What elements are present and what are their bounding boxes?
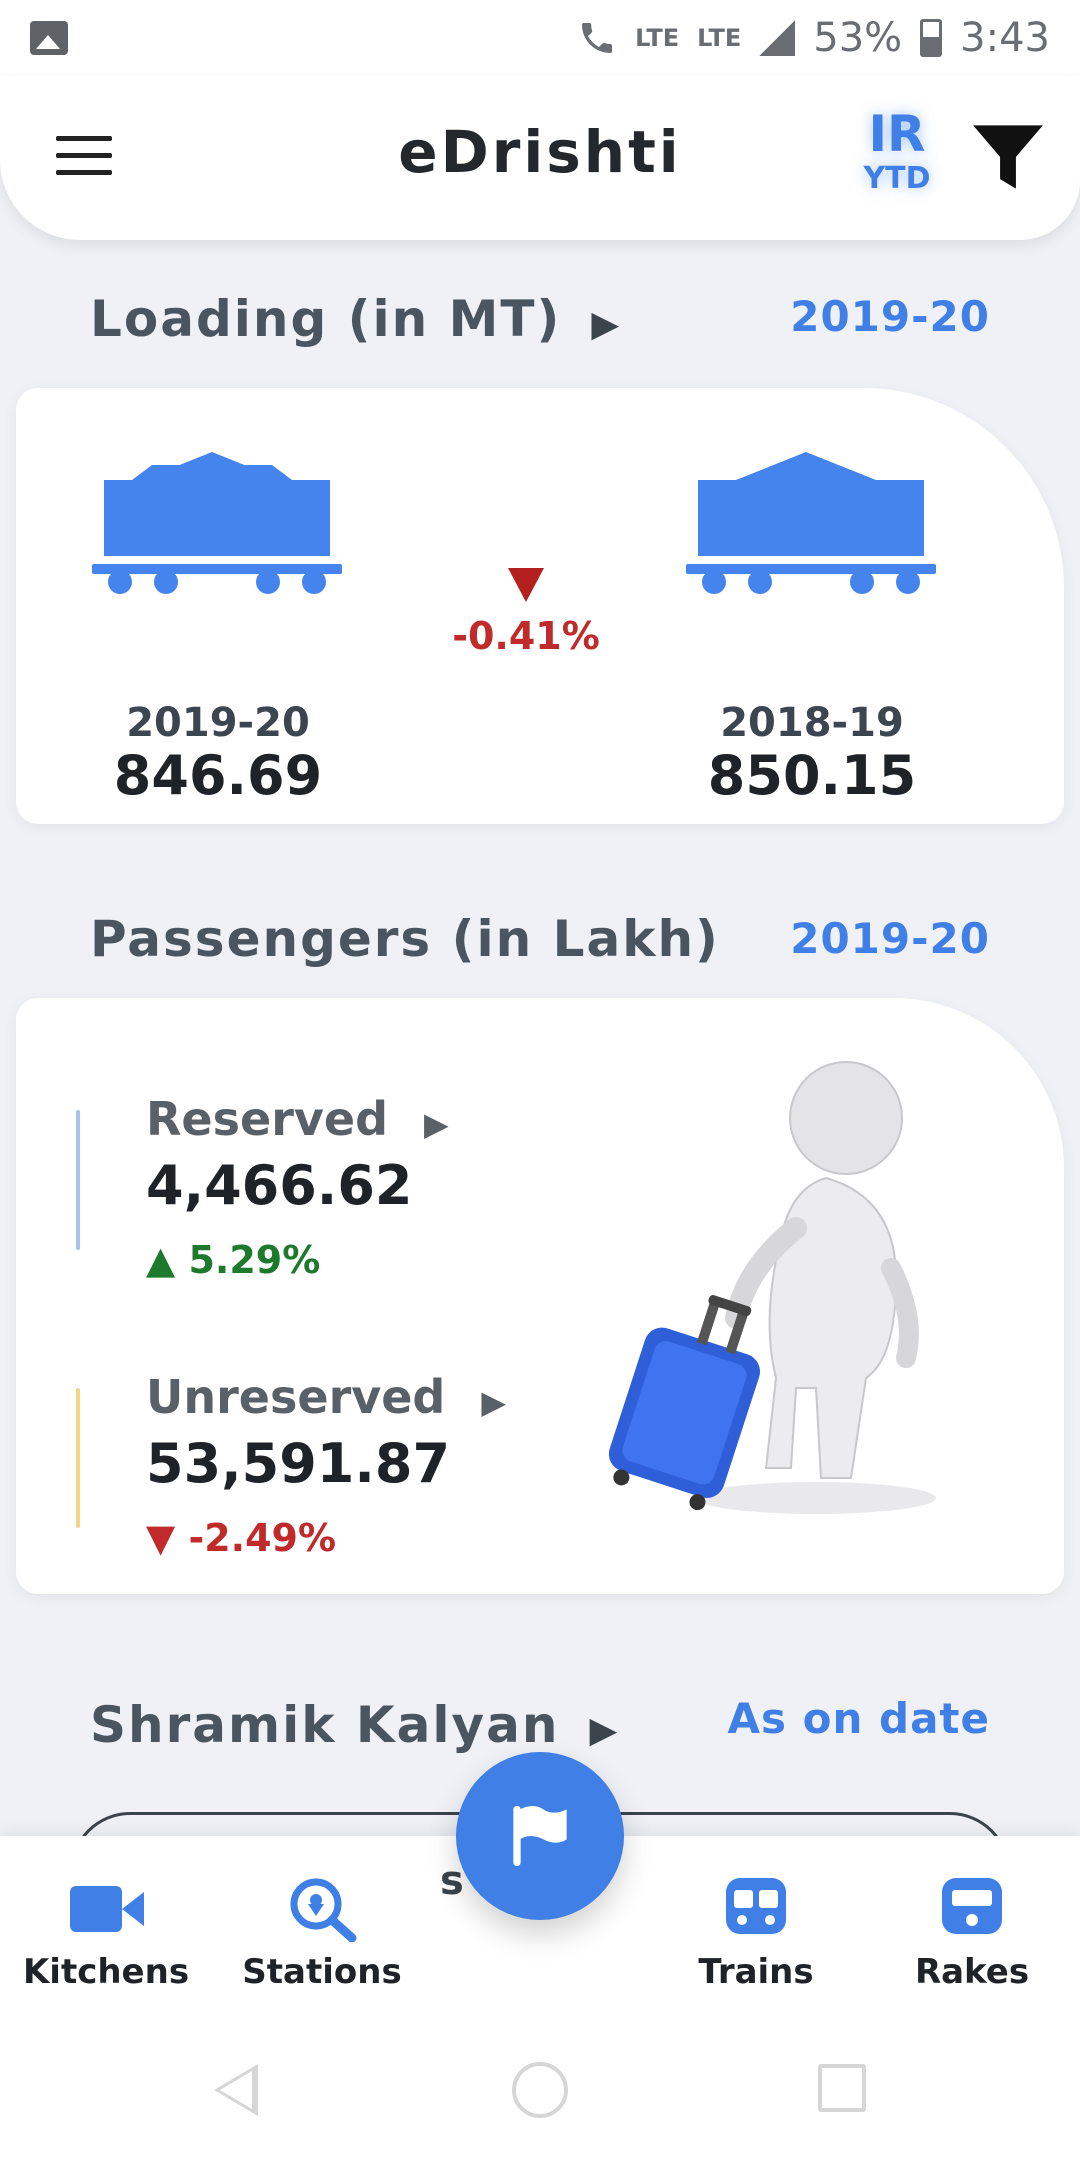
ir-label: IR bbox=[868, 105, 926, 163]
loading-previous-value: 850.15 bbox=[707, 744, 917, 807]
unreserved-bar bbox=[76, 1388, 80, 1528]
status-bar: LTE LTE 53% 3:43 bbox=[0, 0, 1080, 76]
reserved-label: Reserved ▶ bbox=[146, 1092, 449, 1146]
passengers-card: Reserved ▶ 4,466.62 ▲ 5.29% Unreserved ▶ 5… bbox=[16, 998, 1064, 1594]
train-icon bbox=[726, 1878, 786, 1934]
nav-trains-label: Trains bbox=[698, 1952, 814, 1992]
signal-icon bbox=[759, 20, 796, 56]
passengers-period[interactable]: 2019-20 bbox=[790, 914, 990, 963]
clock: 3:43 bbox=[960, 15, 1050, 61]
flag-fab-button[interactable] bbox=[456, 1752, 624, 1920]
flag-icon bbox=[513, 1806, 567, 1866]
network-2-label: LTE bbox=[697, 24, 742, 52]
nav-kitchens[interactable]: Kitchens bbox=[6, 1876, 206, 1992]
gallery-icon bbox=[30, 21, 68, 55]
shramik-section-title[interactable]: Shramik Kalyan ▶ bbox=[90, 1696, 619, 1754]
shramik-arrow-icon: ▶ bbox=[589, 1710, 620, 1751]
filter-icon[interactable] bbox=[970, 118, 1046, 196]
loading-change-value: -0.41% bbox=[452, 614, 600, 658]
shramik-period: As on date bbox=[727, 1694, 990, 1743]
nav-kitchens-label: Kitchens bbox=[22, 1952, 190, 1992]
shramik-title-text: Shramik Kalyan bbox=[90, 1696, 560, 1754]
app-bar: eDrishti IR YTD bbox=[0, 76, 1080, 240]
down-triangle-icon bbox=[508, 568, 544, 602]
unreserved-value: 53,591.87 bbox=[146, 1432, 451, 1495]
ytd-label: YTD bbox=[863, 161, 931, 196]
passengers-section-title: Passengers (in Lakh) bbox=[90, 910, 720, 968]
nav-rakes-label: Rakes bbox=[914, 1952, 1030, 1992]
reserved-value: 4,466.62 bbox=[146, 1154, 413, 1217]
nav-stations-label: Stations bbox=[242, 1952, 402, 1992]
unreserved-label: Unreserved ▶ bbox=[146, 1370, 506, 1424]
traveler-with-suitcase-illustration bbox=[608, 1061, 936, 1514]
rake-icon bbox=[942, 1878, 1002, 1934]
unreserved-arrow-icon: ▶ bbox=[481, 1383, 506, 1421]
coal-wagon-icon bbox=[92, 452, 342, 594]
nav-stations[interactable]: Stations bbox=[222, 1876, 422, 1992]
unreserved-change: ▼ -2.49% bbox=[146, 1516, 337, 1560]
loading-current-value: 846.69 bbox=[113, 744, 323, 807]
reserved-arrow-icon: ▶ bbox=[424, 1105, 449, 1143]
loading-arrow-icon: ▶ bbox=[591, 304, 622, 345]
battery-percent: 53% bbox=[813, 15, 903, 61]
loading-change: -0.41% bbox=[446, 568, 606, 658]
location-search-icon bbox=[290, 1878, 357, 1943]
battery-icon bbox=[920, 19, 943, 57]
system-navigation-bar bbox=[0, 2016, 1080, 2160]
reserved-bar bbox=[76, 1110, 80, 1250]
back-icon[interactable] bbox=[214, 2064, 258, 2116]
home-icon[interactable] bbox=[512, 2062, 568, 2118]
loading-title-text: Loading (in MT) bbox=[90, 290, 562, 348]
recent-apps-icon[interactable] bbox=[818, 2064, 866, 2112]
loading-period[interactable]: 2019-20 bbox=[790, 292, 990, 341]
loading-previous-year: 2018-19 bbox=[720, 700, 904, 746]
ir-ytd-toggle[interactable]: IR YTD bbox=[862, 106, 932, 196]
loading-section-title[interactable]: Loading (in MT) ▶ bbox=[90, 290, 621, 348]
nav-trains[interactable]: Trains bbox=[656, 1876, 856, 1992]
network-1-label: LTE bbox=[635, 24, 680, 52]
coal-wagon-icon bbox=[686, 452, 936, 594]
video-camera-icon bbox=[70, 1886, 144, 1932]
loading-card[interactable]: -0.41% 2019-20 846.69 2018-19 850.15 bbox=[16, 388, 1064, 824]
nav-rakes[interactable]: Rakes bbox=[872, 1876, 1072, 1992]
call-icon bbox=[582, 23, 613, 53]
loading-current-year: 2019-20 bbox=[126, 700, 310, 746]
reserved-change: ▲ 5.29% bbox=[146, 1238, 321, 1282]
